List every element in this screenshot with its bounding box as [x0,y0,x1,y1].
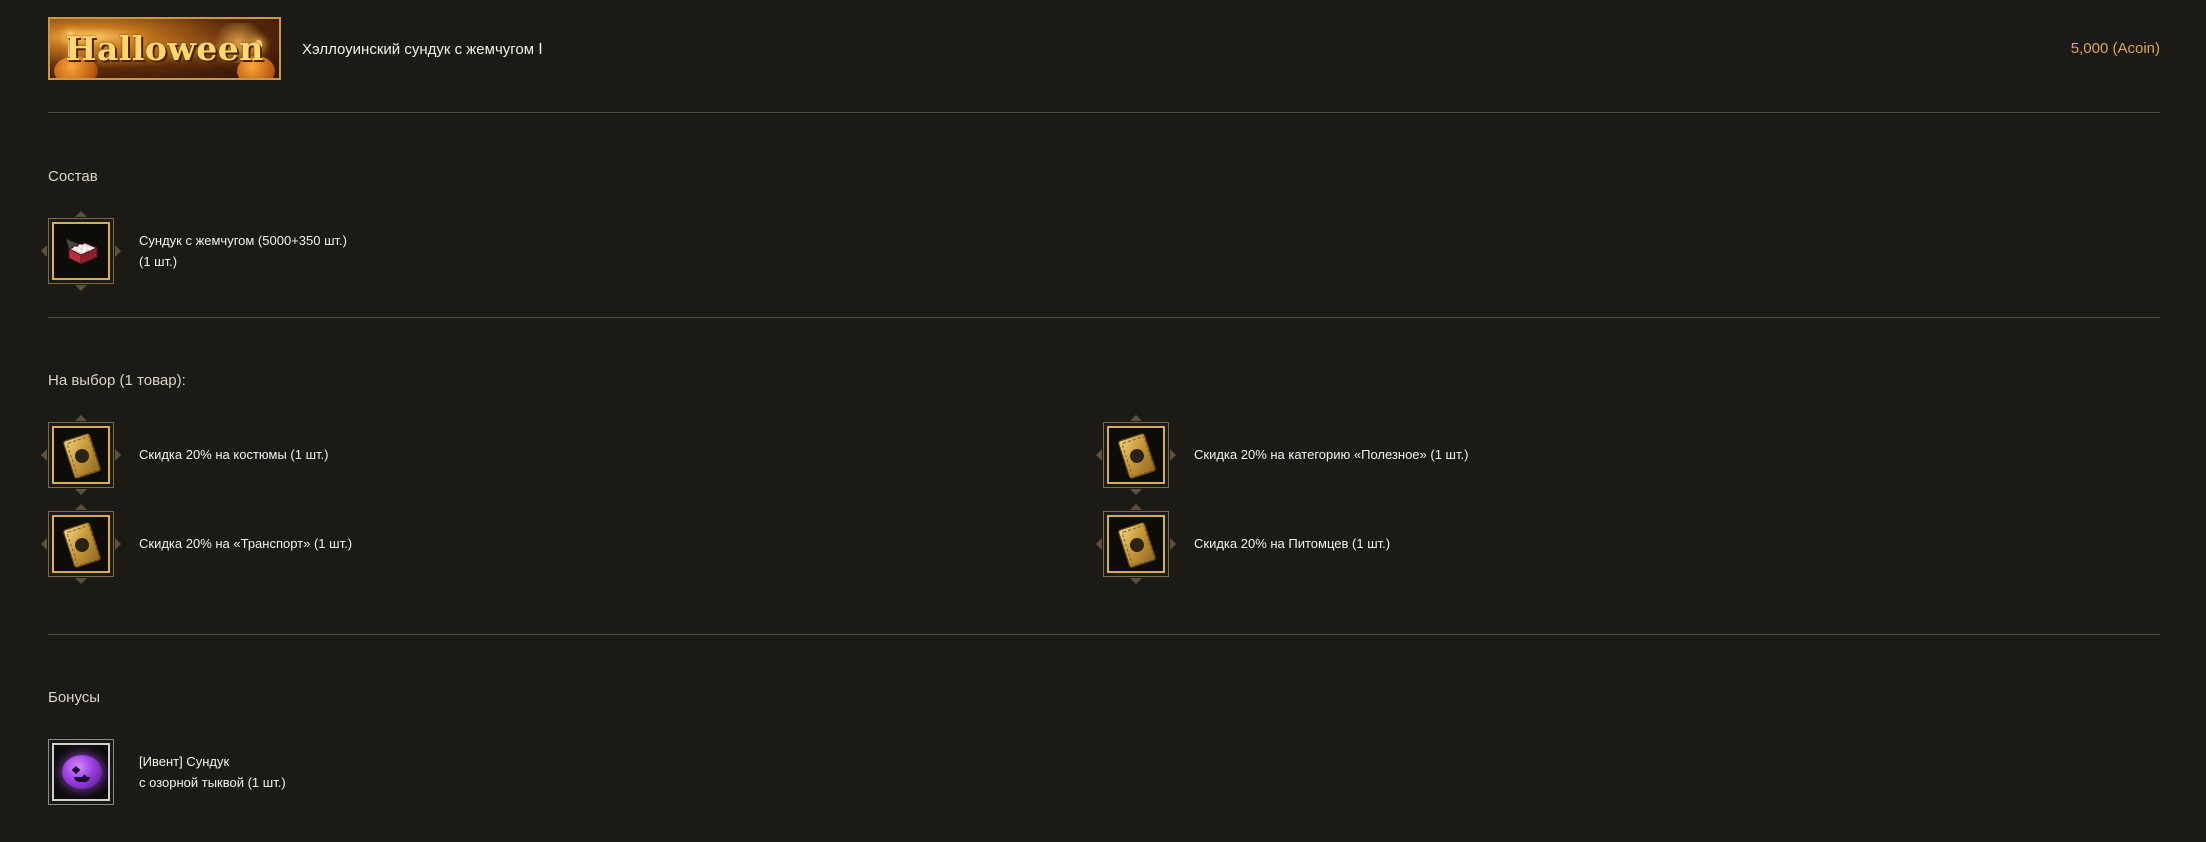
item-slot[interactable] [48,739,114,805]
divider [48,112,2160,113]
choice-item-transport[interactable]: Скидка 20% на «Транспорт» (1 шт.) [41,504,948,584]
pearl-chest-icon [65,238,99,265]
item-slot[interactable] [1096,504,1176,584]
choice-section-title: На выбор (1 товар): [48,372,186,389]
product-header: Halloween Хэллоуинский сундук с жемчугом… [48,17,2160,81]
discount-coupon-icon [1117,521,1157,569]
item-slot[interactable] [41,211,121,291]
item-slot[interactable] [41,504,121,584]
choice-item-label: Скидка 20% на костюмы (1 шт.) [139,447,329,462]
choice-item-label: Скидка 20% на Питомцев (1 шт.) [1194,536,1391,551]
product-price: 5,000 (Acoin) [2070,40,2160,57]
discount-coupon-icon [62,521,102,569]
mischievous-pumpkin-chest-icon [62,755,102,789]
bonus-item[interactable]: [Ивент] Сундук с озорной тыквой (1 шт.) [48,739,548,805]
choice-item-pets[interactable]: Скидка 20% на Питомцев (1 шт.) [1096,504,2003,584]
item-slot[interactable] [1096,415,1176,495]
choice-item-label: Скидка 20% на категорию «Полезное» (1 шт… [1194,447,1469,462]
divider [48,317,2160,318]
contents-item[interactable]: Сундук с жемчугом (5000+350 шт.) (1 шт.) [41,211,548,291]
discount-coupon-icon [62,432,102,480]
item-slot[interactable] [41,415,121,495]
discount-coupon-icon [1117,432,1157,480]
divider [48,634,2160,635]
halloween-banner: Halloween [48,17,281,80]
contents-item-label: Сундук с жемчугом (5000+350 шт.) (1 шт.) [139,233,347,269]
choice-item-useful[interactable]: Скидка 20% на категорию «Полезное» (1 шт… [1096,415,2003,495]
choice-item-costumes[interactable]: Скидка 20% на костюмы (1 шт.) [41,415,948,495]
banner-title: Halloween [65,29,264,68]
bonus-item-label: [Ивент] Сундук с озорной тыквой (1 шт.) [139,754,286,790]
product-name: Хэллоуинский сундук с жемчугом Ⅰ [302,41,543,58]
contents-section-title: Состав [48,168,98,185]
choice-item-label: Скидка 20% на «Транспорт» (1 шт.) [139,536,353,551]
bonuses-section-title: Бонусы [48,689,101,706]
